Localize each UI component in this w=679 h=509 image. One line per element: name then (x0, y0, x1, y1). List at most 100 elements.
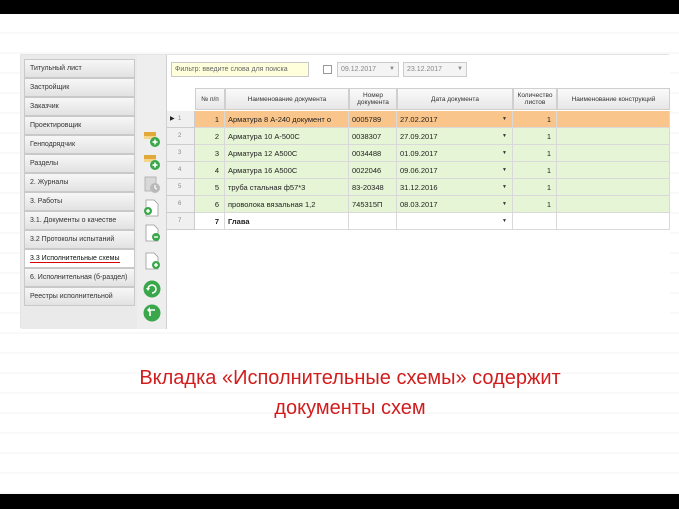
cell-construction[interactable] (557, 128, 670, 145)
table-row[interactable]: 3 3 Арматура 12 А500С 0034488 01.09.2017 ▼ 1 (167, 145, 670, 162)
cell-construction[interactable] (557, 111, 670, 128)
cell-sheets[interactable]: 1 (513, 196, 557, 213)
cell-doc-no[interactable]: 0038307 (349, 128, 397, 145)
cell-num[interactable]: 3 (195, 145, 225, 162)
sidebar-item-developer[interactable]: Застройщик (24, 78, 135, 97)
sidebar-item-as-built-schemes[interactable]: 3.3 Исполнительные схемы (24, 249, 135, 268)
document-icon[interactable] (142, 198, 162, 218)
column-header[interactable]: № п/п (195, 88, 225, 110)
date-filter-checkbox[interactable] (323, 65, 332, 74)
document-icon[interactable] (142, 223, 162, 243)
row-number[interactable]: ▶ 1 (167, 111, 195, 128)
cell-sheets[interactable]: 1 (513, 145, 557, 162)
row-number[interactable]: 3 (167, 145, 195, 162)
cell-num[interactable]: 6 (195, 196, 225, 213)
cell-construction[interactable] (557, 179, 670, 196)
cell-sheets[interactable]: 1 (513, 179, 557, 196)
cell-construction[interactable] (557, 213, 670, 230)
row-number[interactable]: 7 (167, 213, 195, 230)
row-number[interactable]: 2 (167, 128, 195, 145)
add-document-icon[interactable] (142, 129, 162, 149)
date-to-field[interactable]: 23.12.2017 ▼ (403, 62, 467, 77)
cell-doc-no[interactable]: 0022046 (349, 162, 397, 179)
sidebar-item-general-contractor[interactable]: Генподрядчик (24, 135, 135, 154)
add-document-icon[interactable] (142, 152, 162, 172)
chevron-down-icon[interactable]: ▼ (502, 218, 507, 224)
sidebar-item-registers[interactable]: Реестры исполнительной (24, 287, 135, 306)
cell-construction[interactable] (557, 196, 670, 213)
cell-construction[interactable] (557, 162, 670, 179)
cell-doc-no[interactable]: 0034488 (349, 145, 397, 162)
table-row[interactable]: 6 6 проволока вязальная 1,2 745315П 08.03.20… (167, 196, 670, 213)
column-header[interactable]: Дата документа (397, 88, 513, 110)
table-row[interactable]: 2 2 Арматура 10 А-500С 0038307 27.09.2017 ▼ 1 (167, 128, 670, 145)
column-header[interactable]: Наименование конструкций (557, 88, 670, 110)
row-number[interactable]: 5 (167, 179, 195, 196)
cell-sheets[interactable]: 1 (513, 111, 557, 128)
cell-sheets[interactable]: 1 (513, 128, 557, 145)
cell-name[interactable]: Арматура 12 А500С (225, 145, 349, 162)
chevron-down-icon[interactable]: ▼ (502, 167, 507, 173)
cell-name[interactable]: Глава (225, 213, 349, 230)
chevron-down-icon[interactable]: ▼ (502, 201, 507, 207)
chevron-down-icon[interactable]: ▼ (457, 66, 463, 72)
row-number[interactable]: 4 (167, 162, 195, 179)
sidebar-item-works[interactable]: 3. Работы (24, 192, 135, 211)
cell-doc-no[interactable]: 83-20348 (349, 179, 397, 196)
cell-doc-no[interactable]: 0005789 (349, 111, 397, 128)
table-row[interactable]: ▶ 1 1 Арматура 8 А-240 документ о 0005789 27.… (167, 111, 670, 128)
clock-icon[interactable] (142, 175, 162, 195)
cell-sheets[interactable]: 1 (513, 162, 557, 179)
cell-num[interactable]: 5 (195, 179, 225, 196)
column-header[interactable]: Количество листов (513, 88, 557, 110)
chevron-down-icon[interactable]: ▼ (502, 184, 507, 190)
document-add-icon[interactable] (142, 251, 162, 271)
cell-date[interactable]: 31.12.2016 ▼ (397, 179, 513, 196)
cell-name[interactable]: Арматура 10 А-500С (225, 128, 349, 145)
sidebar-item-customer[interactable]: Заказчик (24, 97, 135, 116)
cell-value: 745315П (352, 200, 383, 209)
cell-name[interactable]: проволока вязальная 1,2 (225, 196, 349, 213)
date-from-field[interactable]: 09.12.2017 ▼ (337, 62, 399, 77)
row-number-label: 1 (178, 116, 182, 122)
cell-sheets[interactable] (513, 213, 557, 230)
cell-date[interactable]: 27.02.2017 ▼ (397, 111, 513, 128)
column-header[interactable]: Наименование документа (225, 88, 349, 110)
sidebar-item-executive-section[interactable]: 6. Исполнительная (б-раздел) (24, 268, 135, 287)
chevron-down-icon[interactable]: ▼ (502, 150, 507, 156)
cell-construction[interactable] (557, 145, 670, 162)
cell-name[interactable]: Арматура 16 А500С (225, 162, 349, 179)
cell-doc-no[interactable] (349, 213, 397, 230)
cell-date[interactable]: 08.03.2017 ▼ (397, 196, 513, 213)
column-header[interactable]: Номер документа (349, 88, 397, 110)
sidebar-item-test-protocols[interactable]: 3.2 Протоколы испытаний (24, 230, 135, 249)
row-number[interactable]: 6 (167, 196, 195, 213)
chevron-down-icon[interactable]: ▼ (389, 66, 395, 72)
sidebar-item-designer[interactable]: Проектировщик (24, 116, 135, 135)
sidebar-item-title-sheet[interactable]: Титульный лист (24, 59, 135, 78)
cell-num[interactable]: 2 (195, 128, 225, 145)
cell-num[interactable]: 7 (195, 213, 225, 230)
cell-num[interactable]: 1 (195, 111, 225, 128)
cell-date[interactable]: 01.09.2017 ▼ (397, 145, 513, 162)
cell-name[interactable]: Арматура 8 А-240 документ о (225, 111, 349, 128)
cell-num[interactable]: 4 (195, 162, 225, 179)
table-row[interactable]: 7 7 Глава ▼ (167, 213, 670, 230)
chevron-down-icon[interactable]: ▼ (502, 133, 507, 139)
cell-date[interactable]: 09.06.2017 ▼ (397, 162, 513, 179)
cell-value: 7 (214, 217, 219, 226)
back-icon[interactable] (142, 303, 162, 323)
cell-date[interactable]: 27.09.2017 ▼ (397, 128, 513, 145)
cell-value: 08.03.2017 (400, 200, 438, 209)
sidebar-item-journals[interactable]: 2. Журналы (24, 173, 135, 192)
search-input[interactable]: Фильтр: введите слова для поиска (171, 62, 309, 77)
sidebar-item-quality-documents[interactable]: 3.1. Документы о качестве (24, 211, 135, 230)
chevron-down-icon[interactable]: ▼ (502, 116, 507, 122)
refresh-icon[interactable] (142, 279, 162, 299)
table-row[interactable]: 5 5 труба стальная ф57*3 83-20348 31.12.2016… (167, 179, 670, 196)
sidebar-item-sections[interactable]: Разделы (24, 154, 135, 173)
table-row[interactable]: 4 4 Арматура 16 А500С 0022046 09.06.2017 ▼ 1 (167, 162, 670, 179)
cell-name[interactable]: труба стальная ф57*3 (225, 179, 349, 196)
cell-date[interactable]: ▼ (397, 213, 513, 230)
cell-doc-no[interactable]: 745315П (349, 196, 397, 213)
